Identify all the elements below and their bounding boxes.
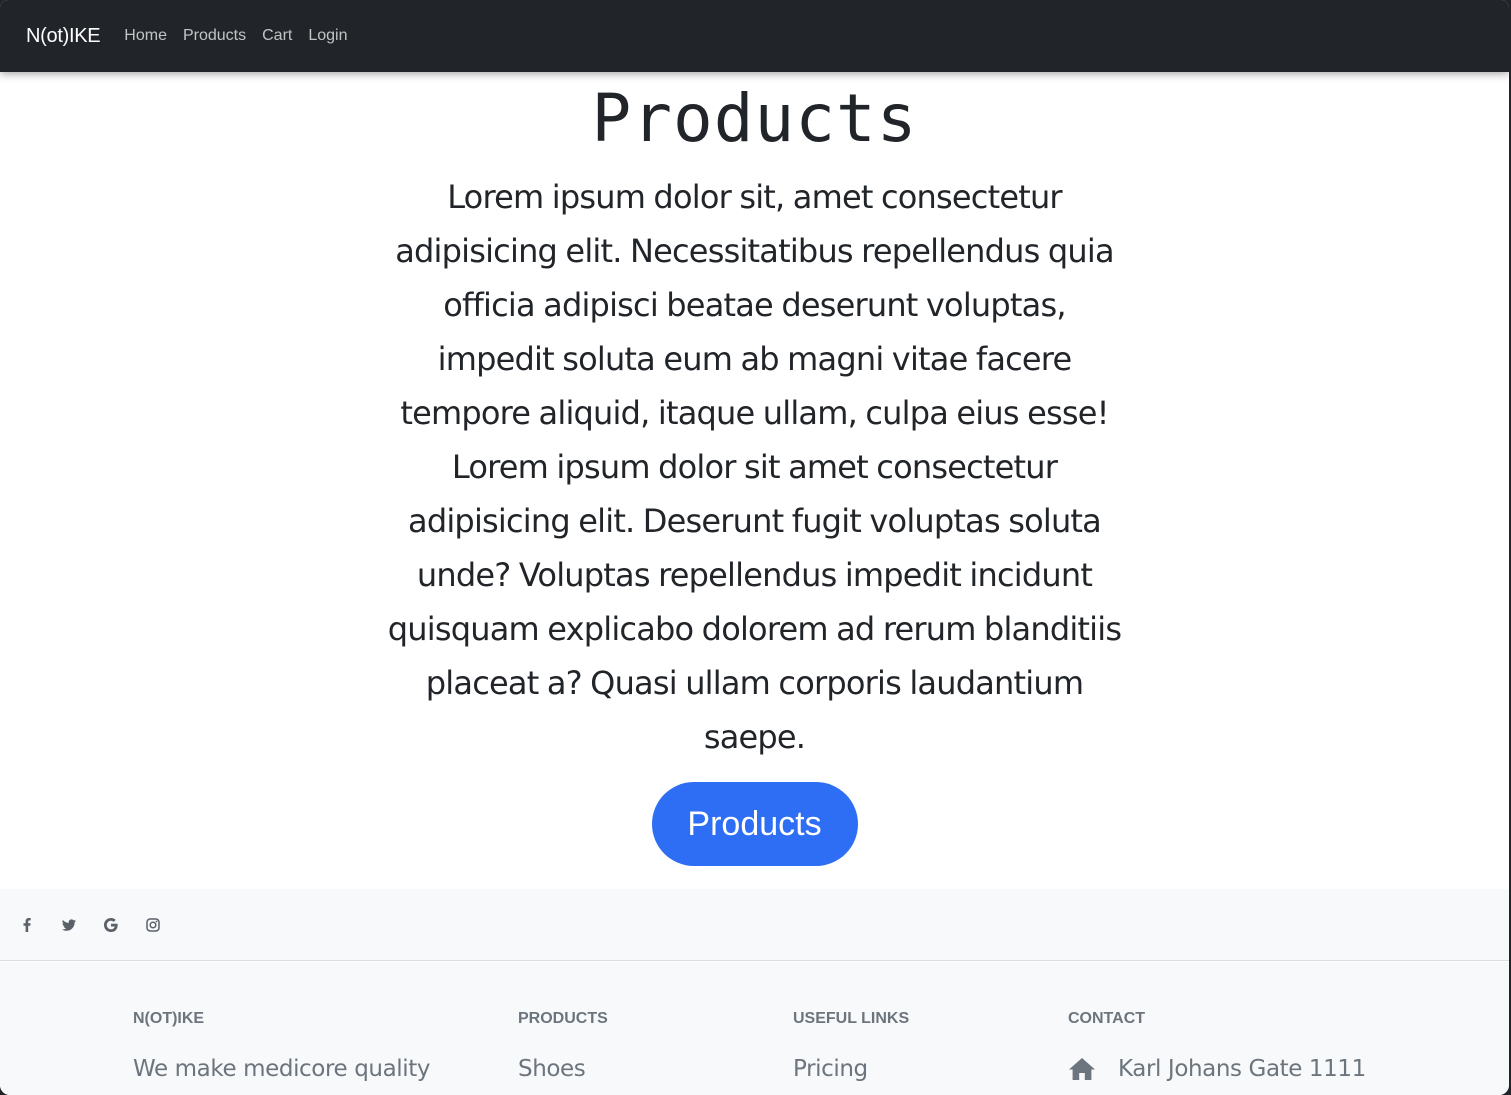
home-icon xyxy=(1068,1057,1096,1081)
facebook-icon[interactable] xyxy=(20,917,34,932)
footer: N(ot)IKE We make medicore quality Produc… xyxy=(0,962,1509,1095)
navbar: N(ot)IKE Home Products Cart Login xyxy=(0,0,1509,72)
nav-link-home[interactable]: Home xyxy=(124,27,167,45)
footer-address-text: Karl Johans Gate 1111 xyxy=(1118,1056,1366,1082)
footer-column-contact: Contact Karl Johans Gate 1111 xyxy=(1068,1010,1366,1082)
nav-link-login[interactable]: Login xyxy=(308,27,347,45)
twitter-icon[interactable] xyxy=(62,918,76,932)
footer-products-title: Products xyxy=(518,1010,608,1027)
footer-column-useful-links: Useful links Pricing xyxy=(793,1010,909,1082)
social-bar xyxy=(0,889,1509,961)
footer-link-pricing[interactable]: Pricing xyxy=(793,1056,909,1082)
footer-column-brand: N(ot)IKE We make medicore quality xyxy=(133,1010,430,1082)
nav-link-products[interactable]: Products xyxy=(183,27,246,45)
hero-section: Products Lorem ipsum dolor sit, amet con… xyxy=(0,72,1509,889)
instagram-icon[interactable] xyxy=(146,917,160,932)
hero-description: Lorem ipsum dolor sit, amet consectetur … xyxy=(387,178,1122,756)
browser-page: N(ot)IKE Home Products Cart Login Produc… xyxy=(0,0,1509,1095)
footer-link-shoes[interactable]: Shoes xyxy=(518,1056,608,1082)
google-icon[interactable] xyxy=(104,917,118,932)
page-title: Products xyxy=(591,80,918,157)
footer-brand-title: N(ot)IKE xyxy=(133,1010,205,1027)
footer-brand-tagline: We make medicore quality xyxy=(133,1056,431,1082)
footer-column-products: Products Shoes xyxy=(518,1010,608,1082)
navbar-brand[interactable]: N(ot)IKE xyxy=(26,25,101,48)
nav-link-cart[interactable]: Cart xyxy=(262,27,292,45)
products-button[interactable]: Products xyxy=(651,782,858,866)
footer-useful-links-title: Useful links xyxy=(793,1010,910,1027)
footer-contact-address: Karl Johans Gate 1111 xyxy=(1068,1056,1366,1082)
footer-contact-title: Contact xyxy=(1068,1010,1146,1027)
